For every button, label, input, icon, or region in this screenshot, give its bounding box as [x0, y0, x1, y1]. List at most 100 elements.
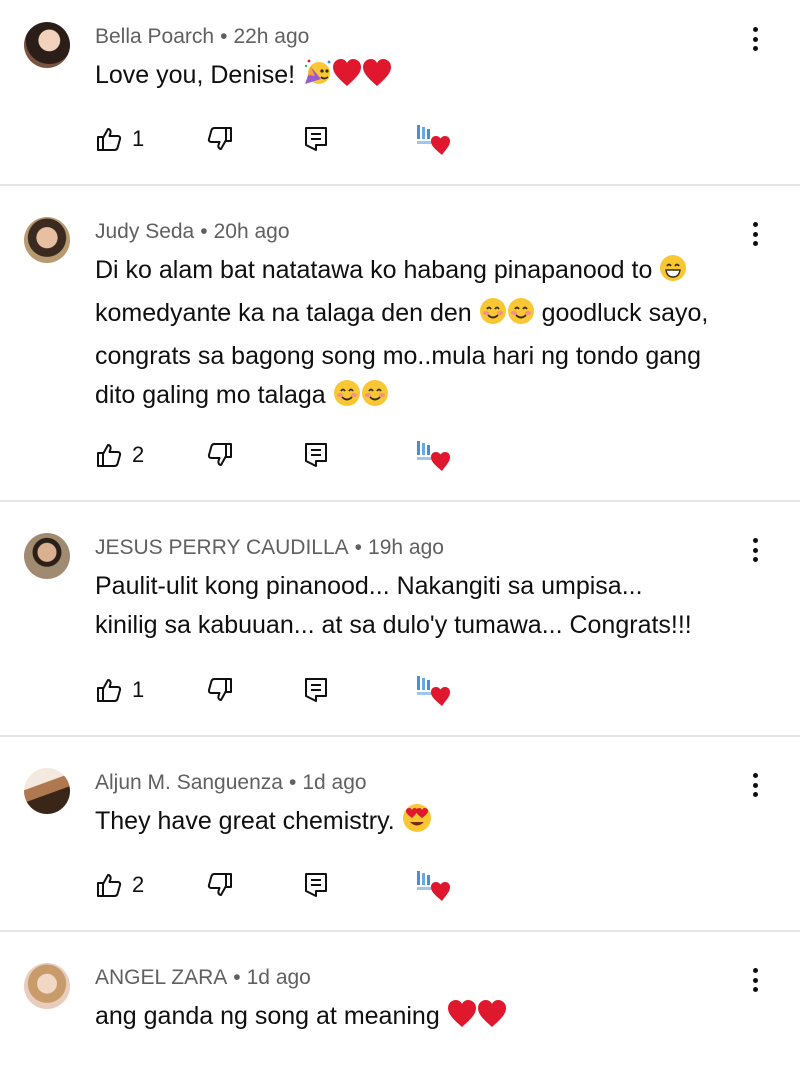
comment-text: Paulit-ulit kong pinanood... Nakangiti s… — [95, 567, 775, 645]
dot — [752, 782, 758, 788]
more-options-button[interactable] — [742, 23, 768, 55]
comment-divider — [0, 930, 800, 932]
reply-icon — [303, 441, 329, 469]
comment-text-segment: dito galing mo talaga — [95, 381, 333, 409]
meta-separator: • — [200, 220, 208, 243]
comment-divider — [0, 735, 800, 737]
comment-divider — [0, 184, 800, 186]
dislike-button[interactable] — [206, 867, 234, 903]
dot — [752, 547, 758, 553]
comment-meta: Bella Poarch • 22h ago — [95, 25, 309, 49]
comment-text: They have great chemistry. — [95, 802, 775, 845]
dislike-button[interactable] — [206, 672, 234, 708]
author-name[interactable]: ANGEL ZARA — [95, 966, 227, 989]
red-heart-emoji-icon — [477, 1000, 507, 1040]
reply-icon — [303, 676, 329, 704]
smiling-face-emoji-icon — [361, 379, 389, 419]
author-name[interactable]: Aljun M. Sanguenza — [95, 771, 283, 794]
comment-text-segment: Di ko alam bat natatawa ko habang pinapa… — [95, 256, 660, 284]
meta-separator: • — [288, 771, 297, 794]
red-heart-emoji-icon — [332, 59, 362, 99]
red-heart-emoji-icon — [362, 59, 392, 99]
author-name[interactable]: Bella Poarch — [95, 25, 214, 48]
meta-separator: • — [233, 966, 241, 989]
creator-heart-icon — [413, 867, 453, 903]
comment-text-line: ang ganda ng song at meaning — [95, 1002, 447, 1030]
creator-heart-icon — [413, 121, 453, 157]
smiling-face-emoji-icon — [507, 297, 535, 337]
comment-meta: ANGEL ZARA • 1d ago — [95, 966, 311, 990]
reply-icon — [303, 125, 329, 153]
comment-time[interactable]: 1d ago — [302, 771, 366, 794]
reply-button[interactable] — [303, 437, 329, 473]
meta-separator: • — [220, 25, 228, 48]
like-button[interactable]: 1 — [95, 121, 144, 157]
like-button[interactable]: 1 — [95, 672, 144, 708]
comment-list: Bella Poarch • 22h ago Love you, Denise! 1 — [0, 0, 800, 1066]
like-count: 1 — [132, 677, 145, 702]
smiling-face-emoji-icon — [333, 379, 361, 419]
dot — [752, 557, 758, 562]
dislike-button[interactable] — [206, 437, 234, 473]
more-options-button[interactable] — [742, 534, 768, 566]
dot — [752, 27, 758, 32]
like-count: 1 — [132, 126, 145, 151]
comment-text: Di ko alam bat natatawa ko habang pinapa… — [95, 251, 775, 419]
party-face-emoji-icon — [302, 57, 332, 99]
avatar[interactable] — [24, 768, 70, 814]
comment-time[interactable]: 1d ago — [247, 966, 311, 989]
more-options-button[interactable] — [742, 769, 768, 801]
thumbs-up-icon — [95, 871, 123, 899]
grinning-face-emoji-icon — [659, 254, 687, 294]
comment-text-line: Love you, Denise! — [95, 61, 303, 89]
dot — [752, 773, 758, 778]
comment-time[interactable]: 19h ago — [368, 536, 444, 559]
more-options-button[interactable] — [742, 964, 768, 996]
author-name[interactable]: JESUS PERRY CAUDILLA — [95, 536, 349, 559]
dot — [752, 792, 758, 797]
thumbs-down-icon — [206, 441, 234, 469]
more-options-button[interactable] — [742, 218, 768, 250]
avatar[interactable] — [24, 22, 70, 68]
comment-text-line: dito galing mo talaga — [95, 376, 775, 419]
like-button[interactable]: 2 — [95, 437, 144, 473]
reply-icon — [303, 871, 329, 899]
comment-meta: Aljun M. Sanguenza • 1d ago — [95, 771, 367, 795]
dot — [752, 36, 758, 42]
like-button[interactable]: 2 — [95, 867, 144, 903]
smiling-face-emoji-icon — [479, 297, 507, 337]
comment-divider — [0, 500, 800, 502]
comment-meta: JESUS PERRY CAUDILLA • 19h ago — [95, 536, 444, 560]
thumbs-down-icon — [206, 125, 234, 153]
avatar[interactable] — [24, 217, 70, 263]
creator-heart-badge[interactable] — [413, 121, 453, 157]
comment-text-line: Di ko alam bat natatawa ko habang pinapa… — [95, 251, 775, 294]
reply-button[interactable] — [303, 672, 329, 708]
comment-text-line: kinilig sa kabuuan... at sa dulo'y tumaw… — [95, 611, 692, 639]
comment-text-line: komedyante ka na talaga den den goodluck… — [95, 294, 775, 337]
creator-heart-badge[interactable] — [413, 437, 453, 473]
creator-heart-badge[interactable] — [413, 867, 453, 903]
comment-text-line: Paulit-ulit kong pinanood... Nakangiti s… — [95, 572, 643, 600]
dot — [752, 222, 758, 227]
avatar[interactable] — [24, 533, 70, 579]
comment-time[interactable]: 20h ago — [214, 220, 290, 243]
like-count: 2 — [132, 872, 145, 897]
heart-eyes-emoji-icon — [402, 803, 432, 845]
avatar[interactable] — [24, 963, 70, 1009]
red-heart-emoji-icon — [447, 1000, 477, 1040]
author-name[interactable]: Judy Seda — [95, 220, 194, 243]
dislike-button[interactable] — [206, 121, 234, 157]
dot — [752, 538, 758, 543]
creator-heart-badge[interactable] — [413, 672, 453, 708]
dot — [752, 968, 758, 973]
dot — [752, 46, 758, 51]
comment-meta: Judy Seda • 20h ago — [95, 220, 290, 244]
reply-button[interactable] — [303, 867, 329, 903]
comment-time[interactable]: 22h ago — [233, 25, 309, 48]
thumbs-up-icon — [95, 676, 123, 704]
dot — [752, 987, 758, 992]
reply-button[interactable] — [303, 121, 329, 157]
dot — [752, 977, 758, 983]
thumbs-up-icon — [95, 125, 123, 153]
